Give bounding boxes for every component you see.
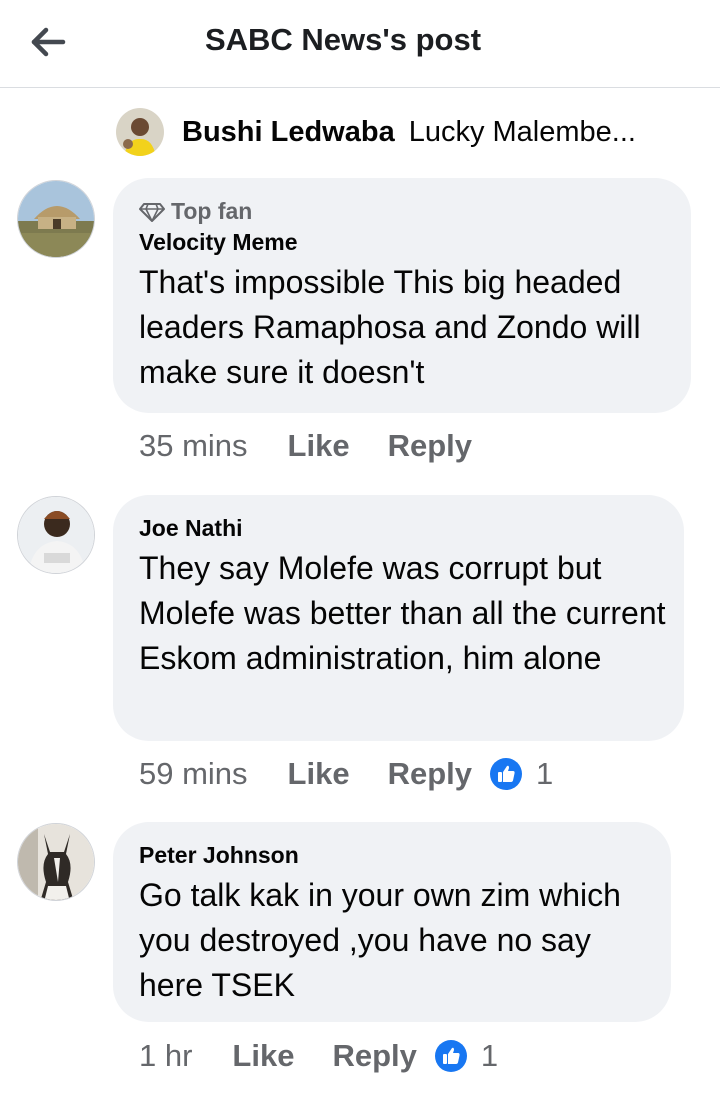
- reaction-count[interactable]: 1: [536, 756, 553, 792]
- avatar[interactable]: [17, 823, 95, 901]
- comment-text: Go talk kak in your own zim which you de…: [139, 877, 621, 1003]
- avatar[interactable]: [17, 180, 95, 258]
- reply-button[interactable]: Reply: [388, 756, 472, 792]
- avatar[interactable]: [116, 108, 164, 156]
- comment-time[interactable]: 35 mins: [139, 428, 248, 464]
- avatar[interactable]: [17, 496, 95, 574]
- comment-time[interactable]: 59 mins: [139, 756, 248, 792]
- comment-text: That's impossible This big headed leader…: [139, 264, 641, 390]
- comment-author[interactable]: Velocity Meme: [139, 229, 665, 256]
- thumbs-up-icon: [498, 765, 515, 782]
- reaction-badge[interactable]: [434, 1040, 467, 1072]
- like-button[interactable]: Like: [288, 756, 350, 792]
- page-title: SABC News's post: [204, 22, 482, 57]
- comment-time[interactable]: 1 hr: [139, 1038, 192, 1074]
- comment-actions: 59 mins Like Reply 1: [139, 756, 553, 792]
- comment-bubble: Joe Nathi They say Molefe was corrupt bu…: [113, 495, 684, 741]
- comment-author[interactable]: Peter Johnson: [139, 842, 645, 869]
- top-bar: SABC News's post: [0, 0, 720, 88]
- reply-button[interactable]: Reply: [332, 1038, 416, 1074]
- reply-author-name[interactable]: Bushi Ledwaba: [182, 116, 395, 149]
- comment-actions: 1 hr Like Reply 1: [139, 1038, 498, 1074]
- like-button[interactable]: Like: [288, 428, 350, 464]
- comment-author[interactable]: Joe Nathi: [139, 515, 658, 542]
- badge-label: Top fan: [171, 198, 253, 224]
- comment-text: They say Molefe was corrupt but Molefe w…: [139, 550, 666, 676]
- reply-button[interactable]: Reply: [388, 428, 472, 464]
- thumbs-up-icon: [442, 1047, 460, 1064]
- reaction-count[interactable]: 1: [481, 1038, 498, 1074]
- parent-reply-preview[interactable]: Bushi Ledwaba Lucky Malembe...: [116, 107, 636, 157]
- reaction-badge[interactable]: [490, 758, 522, 790]
- diamond-icon: [139, 202, 165, 222]
- like-button[interactable]: Like: [232, 1038, 294, 1074]
- comment-actions: 35 mins Like Reply: [139, 428, 472, 464]
- top-fan-badge: Top fan: [139, 198, 665, 225]
- reply-snippet: Lucky Malembe...: [408, 115, 636, 148]
- comment-bubble: Peter Johnson Go talk kak in your own zi…: [113, 822, 671, 1022]
- comment-bubble: Top fan Velocity Meme That's impossible …: [113, 178, 691, 413]
